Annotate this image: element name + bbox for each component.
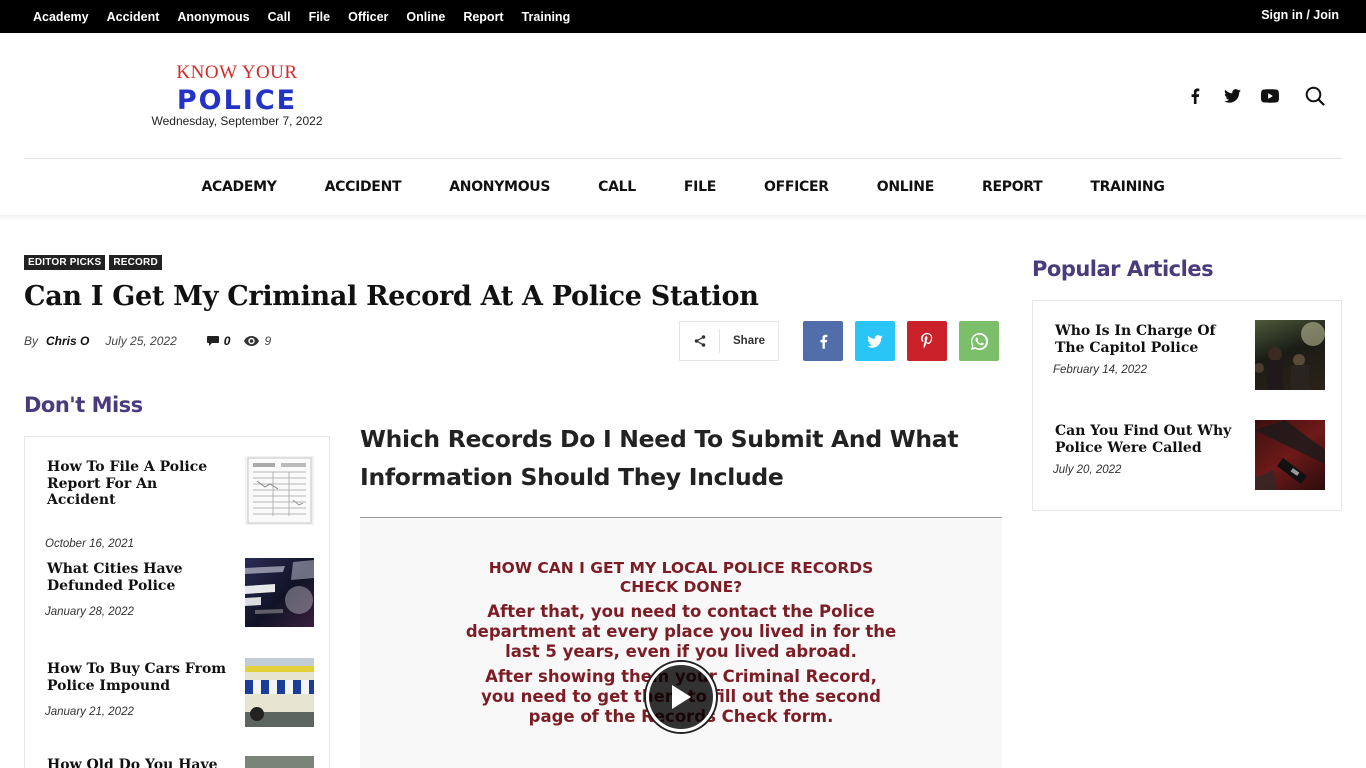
video-text-line: CHECK DONE? bbox=[619, 578, 743, 596]
category-record[interactable]: RECORD bbox=[109, 255, 162, 270]
popular-articles-heading: Popular Articles bbox=[1032, 257, 1214, 281]
author-link[interactable]: Chris O bbox=[46, 334, 89, 348]
top-menu-training[interactable]: Training bbox=[522, 10, 571, 24]
top-menu: Academy Accident Anonymous Call File Off… bbox=[24, 0, 579, 33]
dont-miss-heading: Don't Miss bbox=[24, 393, 143, 417]
comments-count[interactable]: 0 bbox=[206, 334, 231, 348]
list-item-date: February 14, 2022 bbox=[1053, 364, 1147, 376]
thumbnail-police-report-form[interactable] bbox=[245, 456, 314, 525]
category-tags: EDITOR PICKS RECORD bbox=[24, 255, 166, 270]
main-nav: ACADEMY ACCIDENT ANONYMOUS CALL FILE OFF… bbox=[0, 159, 1366, 215]
share-facebook-button[interactable] bbox=[803, 321, 843, 361]
category-editor-picks[interactable]: EDITOR PICKS bbox=[24, 255, 106, 270]
share-label: Share bbox=[733, 335, 765, 347]
top-menu-accident[interactable]: Accident bbox=[107, 10, 160, 24]
share-button[interactable]: Share bbox=[679, 321, 779, 361]
list-item-title[interactable]: What Cities Have Defunded Police bbox=[47, 561, 227, 594]
list-item-date: July 20, 2022 bbox=[1053, 464, 1122, 476]
pinterest-icon bbox=[921, 333, 933, 349]
article-subheading: Which Records Do I Need To Submit And Wh… bbox=[360, 425, 959, 491]
video-text-line: HOW CAN I GET MY LOCAL POLICE RECORDS bbox=[488, 559, 874, 577]
logo-title[interactable]: POLICE bbox=[137, 85, 337, 116]
video-text-line: last 5 years, even if you lived abroad. bbox=[505, 642, 857, 661]
nav-file[interactable]: FILE bbox=[684, 179, 716, 195]
nav-online[interactable]: ONLINE bbox=[877, 179, 935, 195]
nav-accident[interactable]: ACCIDENT bbox=[325, 179, 402, 195]
current-date: Wednesday, September 7, 2022 bbox=[151, 114, 323, 128]
video-text-line: After that, you need to contact the Poli… bbox=[487, 602, 875, 621]
nav-anonymous[interactable]: ANONYMOUS bbox=[449, 179, 550, 195]
dont-miss-list: How To File A Police Report For An Accid… bbox=[24, 436, 330, 768]
share-icon bbox=[680, 329, 720, 353]
list-item-date: January 28, 2022 bbox=[45, 606, 134, 618]
nav-training[interactable]: TRAINING bbox=[1090, 179, 1164, 195]
youtube-icon[interactable] bbox=[1259, 86, 1281, 106]
twitter-icon[interactable] bbox=[1222, 86, 1242, 106]
nav-call[interactable]: CALL bbox=[598, 179, 636, 195]
whatsapp-icon bbox=[970, 332, 988, 350]
top-menu-call[interactable]: Call bbox=[268, 10, 291, 24]
top-menu-academy[interactable]: Academy bbox=[33, 10, 89, 24]
nav-academy[interactable]: ACADEMY bbox=[201, 179, 276, 195]
list-item-title[interactable]: How Old Do You Have bbox=[47, 757, 227, 768]
views-value: 9 bbox=[264, 334, 272, 348]
top-menu-report[interactable]: Report bbox=[463, 10, 503, 24]
top-menu-anonymous[interactable]: Anonymous bbox=[177, 10, 249, 24]
nav-shadow bbox=[0, 215, 1366, 221]
thumbnail-defunded-police[interactable] bbox=[245, 558, 314, 627]
top-menu-online[interactable]: Online bbox=[406, 10, 445, 24]
byline-prefix: By bbox=[24, 334, 39, 348]
views-count: 9 bbox=[244, 334, 271, 348]
comment-icon bbox=[206, 336, 219, 346]
thumbnail-capitol-police[interactable] bbox=[1255, 320, 1325, 390]
list-item-title[interactable]: How To File A Police Report For An Accid… bbox=[47, 459, 227, 509]
share-whatsapp-button[interactable] bbox=[959, 321, 999, 361]
share-twitter-button[interactable] bbox=[855, 321, 895, 361]
video-text-line: department at every place you lived in f… bbox=[465, 622, 897, 641]
thumbnail-partial[interactable] bbox=[245, 756, 314, 768]
list-item-title[interactable]: How To Buy Cars From Police Impound bbox=[47, 661, 229, 694]
popular-articles-list: Who Is In Charge Of The Capitol Police F… bbox=[1032, 300, 1342, 511]
article-meta: By Chris O July 25, 2022 0 9 bbox=[24, 334, 285, 348]
nav-report[interactable]: REPORT bbox=[982, 179, 1043, 195]
thumbnail-police-impound[interactable] bbox=[245, 658, 314, 727]
list-item-date: October 16, 2021 bbox=[45, 538, 134, 550]
share-pinterest-button[interactable] bbox=[907, 321, 947, 361]
top-menu-officer[interactable]: Officer bbox=[348, 10, 388, 24]
top-bar: Academy Accident Anonymous Call File Off… bbox=[0, 0, 1366, 33]
logo-tagline[interactable]: KNOW YOUR bbox=[137, 62, 337, 84]
play-icon bbox=[672, 685, 691, 709]
facebook-icon[interactable] bbox=[1185, 86, 1205, 106]
sign-in-join-link[interactable]: Sign in / Join bbox=[1261, 8, 1339, 22]
comments-value: 0 bbox=[223, 334, 231, 348]
nav-officer[interactable]: OFFICER bbox=[764, 179, 829, 195]
list-item-date: January 21, 2022 bbox=[45, 706, 134, 718]
list-item-title[interactable]: Who Is In Charge Of The Capitol Police bbox=[1055, 323, 1235, 356]
facebook-icon bbox=[819, 334, 827, 349]
twitter-icon bbox=[867, 334, 883, 348]
publish-date: July 25, 2022 bbox=[105, 334, 177, 348]
thumbnail-police-called[interactable] bbox=[1255, 420, 1325, 490]
top-menu-file[interactable]: File bbox=[309, 10, 331, 24]
video-player[interactable]: HOW CAN I GET MY LOCAL POLICE RECORDS CH… bbox=[360, 518, 1002, 768]
search-icon[interactable] bbox=[1304, 86, 1326, 106]
eye-icon bbox=[244, 336, 260, 346]
list-item-title[interactable]: Can You Find Out Why Police Were Called bbox=[1055, 423, 1240, 456]
play-button[interactable] bbox=[646, 662, 716, 732]
article-title: Can I Get My Criminal Record At A Police… bbox=[24, 281, 759, 312]
